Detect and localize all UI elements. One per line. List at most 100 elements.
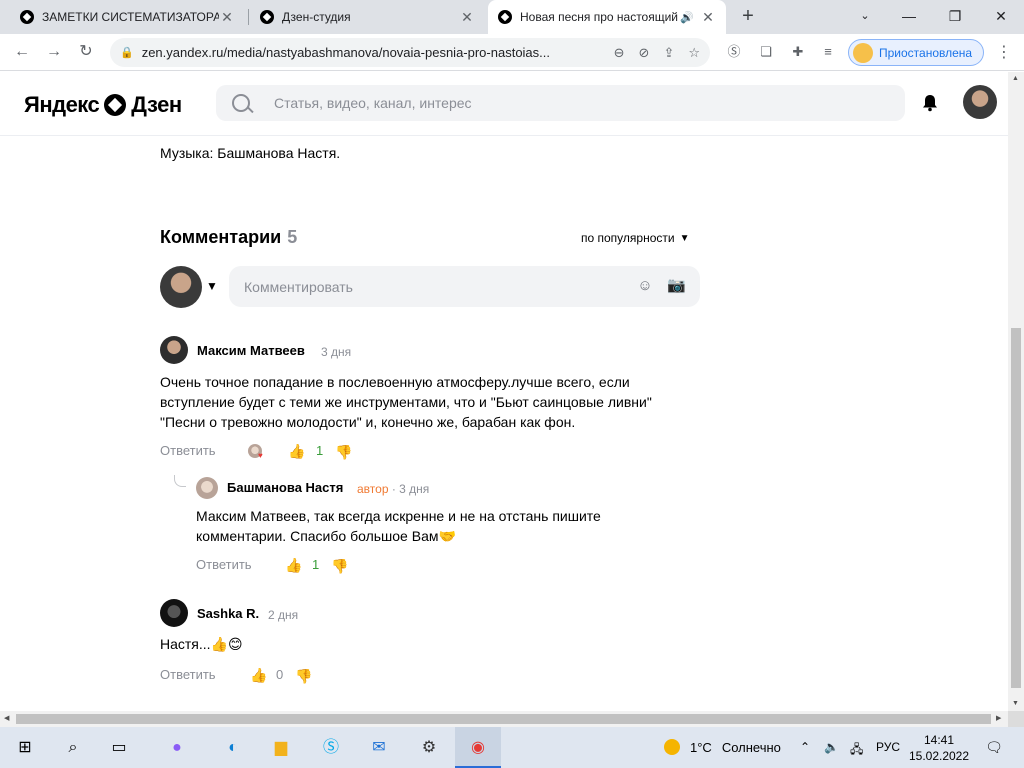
speaker-icon[interactable]: 🔊 xyxy=(680,11,694,24)
emoji-icon[interactable]: ☺ xyxy=(636,277,654,295)
tab-new-song[interactable]: Новая песня про настоящий 🔊 ✕ xyxy=(488,0,726,34)
zoom-icon[interactable]: ⊖ xyxy=(614,45,625,61)
comments-title-text: Комментарии xyxy=(160,227,282,247)
camera-icon[interactable]: 📷 xyxy=(667,277,686,295)
notifications-bell-icon[interactable] xyxy=(921,94,939,112)
site-search[interactable] xyxy=(216,85,905,121)
windows-taskbar: ⊞ ⌕ ▭ ● ◐ ▆ Ⓢ ✉ ⚙ ◉ 1°C Солнечно ⌃ 🔈 🖧 Р… xyxy=(0,727,1024,768)
reply-button[interactable]: Ответить xyxy=(160,443,216,458)
thread-connector xyxy=(174,475,186,487)
comment-input[interactable]: Комментировать ☺ 📷 xyxy=(229,266,700,307)
like-icon[interactable]: 👍 xyxy=(250,667,267,683)
tab-zametki[interactable]: ЗАМЕТКИ СИСТЕМАТИЗАТОРА ✕ xyxy=(10,0,245,34)
reply-button[interactable]: Ответить xyxy=(160,667,216,682)
like-count: 1 xyxy=(316,443,324,458)
network-icon[interactable]: 🖧 xyxy=(850,740,863,761)
comment-author[interactable]: Максим Матвеев xyxy=(197,343,305,358)
notification-center-icon[interactable]: 🗨 xyxy=(984,737,1004,757)
article-content: Музыка: Башманова Настя. Комментарии 5 по… xyxy=(0,137,1008,711)
system-clock[interactable]: 14:41 15.02.2022 xyxy=(908,732,970,764)
alice-icon[interactable]: ● xyxy=(164,735,190,761)
horizontal-scrollbar[interactable]: ◀ ▶ xyxy=(0,711,1008,727)
input-language[interactable]: РУС xyxy=(876,740,900,754)
task-view-icon[interactable]: ▭ xyxy=(106,735,132,761)
edge-icon[interactable]: ◐ xyxy=(220,735,246,761)
windows-start-icon[interactable]: ⊞ xyxy=(12,735,38,761)
site-header: Яндекс Дзен xyxy=(0,72,1008,136)
url-text[interactable]: zen.yandex.ru/media/nastyabashmanova/nov… xyxy=(142,45,600,60)
scroll-down-icon[interactable]: ▼ xyxy=(1012,700,1019,707)
mail-icon[interactable]: ✉ xyxy=(366,735,392,761)
dislike-icon[interactable]: 👎 xyxy=(335,444,352,460)
weather-widget[interactable]: 1°C Солнечно xyxy=(664,739,781,755)
close-button[interactable]: ✕ xyxy=(978,0,1024,34)
bookmark-star-icon[interactable]: ☆ xyxy=(688,45,700,61)
comment-avatar[interactable] xyxy=(160,599,188,627)
tab-search-chevron-icon[interactable]: ⌄ xyxy=(842,0,888,34)
comment-text: Настя... xyxy=(160,636,211,652)
sun-icon xyxy=(664,739,680,755)
tab-zen-studio[interactable]: Дзен-студия ✕ xyxy=(250,0,485,34)
address-bar[interactable]: 🔒 zen.yandex.ru/media/nastyabashmanova/n… xyxy=(110,38,710,67)
account-chevron-down-icon[interactable]: ▼ xyxy=(206,279,218,293)
comment-meta: автор · 3 дня xyxy=(357,482,430,496)
tab-close-icon[interactable]: ✕ xyxy=(219,9,235,26)
comment-text-block: Настя...👍😊 xyxy=(160,634,700,654)
tab-separator xyxy=(248,9,249,25)
skype-extension-icon[interactable]: Ⓢ xyxy=(725,43,743,61)
copy-extension-icon[interactable]: ❏ xyxy=(757,43,775,61)
comment-author[interactable]: Башманова Настя xyxy=(227,480,343,495)
tab-close-icon[interactable]: ✕ xyxy=(700,9,716,26)
scroll-left-icon[interactable]: ◀ xyxy=(4,714,9,722)
search-input[interactable] xyxy=(274,95,834,111)
like-icon[interactable]: 👍 xyxy=(288,443,305,459)
new-tab-button[interactable]: + xyxy=(736,4,760,28)
maximize-button[interactable]: ❐ xyxy=(932,0,978,34)
scroll-right-icon[interactable]: ▶ xyxy=(996,714,1001,722)
vertical-scrollbar[interactable]: ▲ ▼ xyxy=(1008,72,1024,711)
taskbar-search-icon[interactable]: ⌕ xyxy=(60,735,86,761)
author-badge: автор xyxy=(357,482,389,496)
comments-sort-dropdown[interactable]: по популярности ▼ xyxy=(581,231,690,245)
tracking-off-icon[interactable]: ⊘ xyxy=(639,45,650,61)
settings-gear-icon[interactable]: ⚙ xyxy=(416,735,442,761)
file-explorer-icon[interactable]: ▆ xyxy=(268,735,294,761)
tab-close-icon[interactable]: ✕ xyxy=(459,9,475,26)
heart-icon: ♥ xyxy=(258,451,263,460)
browser-menu-icon[interactable]: ⋮ xyxy=(996,42,1012,62)
sort-label: по популярности xyxy=(581,231,675,245)
skype-icon[interactable]: Ⓢ xyxy=(318,735,344,761)
thumbs-smile-emoji: 👍😊 xyxy=(210,636,243,652)
comment-avatar[interactable] xyxy=(196,477,218,499)
lock-icon[interactable]: 🔒 xyxy=(120,46,134,59)
comments-title: Комментарии 5 xyxy=(160,227,297,248)
my-avatar[interactable] xyxy=(160,266,202,308)
logo-right-text: Дзен xyxy=(131,92,182,117)
volume-icon[interactable]: 🔈 xyxy=(824,740,839,754)
media-controls-icon[interactable]: ≡ xyxy=(819,43,837,61)
scroll-up-icon[interactable]: ▲ xyxy=(1012,75,1019,82)
chrome-icon[interactable]: ◉ xyxy=(465,735,491,761)
comments-count: 5 xyxy=(287,227,298,247)
forward-arrow-icon[interactable]: → xyxy=(42,40,66,64)
user-avatar[interactable] xyxy=(963,85,997,119)
dislike-icon[interactable]: 👎 xyxy=(331,558,348,574)
share-icon[interactable]: ⇪ xyxy=(663,45,674,61)
comment-time: 3 дня xyxy=(399,482,430,496)
zen-favicon-icon xyxy=(20,10,34,24)
extensions-puzzle-icon[interactable]: ✚ xyxy=(789,43,807,61)
profile-button[interactable]: Приостановлена xyxy=(848,39,984,66)
yandex-zen-logo[interactable]: Яндекс Дзен xyxy=(24,92,182,118)
tray-chevron-up-icon[interactable]: ⌃ xyxy=(800,740,810,754)
comment-author[interactable]: Sashka R. xyxy=(197,606,259,621)
tab-title: ЗАМЕТКИ СИСТЕМАТИЗАТОРА xyxy=(42,10,219,24)
reply-button[interactable]: Ответить xyxy=(196,557,252,572)
dislike-icon[interactable]: 👎 xyxy=(295,668,312,684)
reload-icon[interactable]: ↻ xyxy=(74,40,98,64)
horizontal-scroll-thumb[interactable] xyxy=(16,714,991,724)
comment-avatar[interactable] xyxy=(160,336,188,364)
minimize-button[interactable]: — xyxy=(886,0,932,34)
back-arrow-icon[interactable]: ← xyxy=(10,40,34,64)
vertical-scroll-thumb[interactable] xyxy=(1011,328,1021,688)
like-icon[interactable]: 👍 xyxy=(285,557,302,573)
